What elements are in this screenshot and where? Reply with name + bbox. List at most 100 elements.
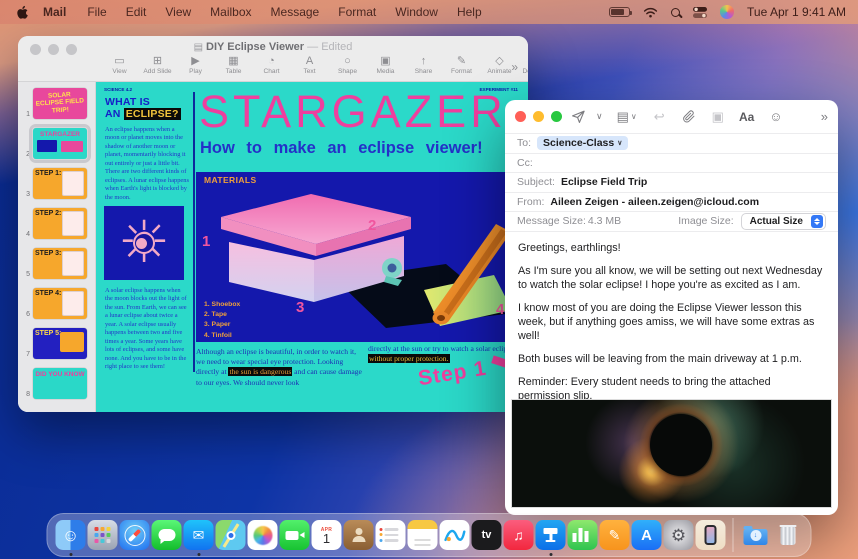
menu-message[interactable]: Message: [271, 5, 320, 19]
view-button[interactable]: ▭ View: [104, 55, 135, 75]
send-icon[interactable]: [571, 109, 586, 124]
toolbar-overflow-chevron[interactable]: »: [511, 60, 518, 74]
dock-messages-icon[interactable]: [151, 520, 182, 550]
dock-numbers-icon[interactable]: [567, 520, 598, 550]
dock-photos-icon[interactable]: [247, 520, 278, 550]
dock-reminders-icon[interactable]: [375, 520, 406, 550]
add-slide-button[interactable]: ⊞ Add Slide: [142, 55, 173, 75]
play-button[interactable]: ▶ Play: [180, 55, 211, 75]
slide-thumb-7[interactable]: 7 STEP 5:: [18, 328, 95, 359]
slide-thumb-4[interactable]: 4 STEP 2:: [18, 208, 95, 239]
slide-thumb-1[interactable]: 1 SOLAR ECLIPSE FIELD TRIP!: [18, 88, 95, 119]
materials-header: MATERIALS: [204, 175, 257, 185]
from-field[interactable]: From: Aileen Zeigen - aileen.zeigen@iclo…: [505, 193, 838, 212]
dock: ☺ ✉ APR 1 tv ♫ ✎ A ⚙ ↓: [46, 513, 812, 557]
menu-help[interactable]: Help: [457, 5, 482, 19]
science-label: SCIENCE 4.2: [104, 87, 133, 92]
slide-thumb-2[interactable]: 2 STARGAZER: [18, 124, 95, 163]
dock-notes-icon[interactable]: [407, 520, 438, 550]
table-icon: ▦: [228, 55, 239, 67]
menu-file[interactable]: File: [87, 5, 106, 19]
menu-edit[interactable]: Edit: [126, 5, 147, 19]
view-icon: ▭: [114, 55, 125, 67]
send-options-chevron-icon[interactable]: ∨: [596, 111, 603, 122]
to-field[interactable]: To: Science-Class ∨: [505, 134, 838, 154]
mail-toolbar-overflow-icon[interactable]: »: [821, 109, 828, 124]
slide-thumb-8[interactable]: 8 DID YOU KNOW: [18, 368, 95, 399]
material-item: 1. Shoebox: [204, 301, 241, 308]
control-center-icon[interactable]: [693, 6, 708, 18]
apple-menu-icon[interactable]: [16, 5, 29, 20]
emoji-icon[interactable]: ☺: [769, 109, 782, 124]
menu-app-name[interactable]: Mail: [43, 5, 66, 19]
text-icon: A: [305, 55, 314, 67]
dock-finder-icon[interactable]: ☺: [55, 520, 86, 556]
dock-divider: [732, 518, 734, 552]
slide-title: STARGAZER: [199, 86, 507, 137]
dock-contacts-icon[interactable]: [343, 520, 374, 550]
dock-facetime-icon[interactable]: [279, 520, 310, 550]
document-button[interactable]: ▤Document: [522, 55, 528, 75]
table-button[interactable]: ▦ Table: [218, 55, 249, 75]
menu-clock[interactable]: Tue Apr 1 9:41 AM: [747, 5, 846, 19]
image-size-select[interactable]: Actual Size: [740, 212, 826, 230]
dock-launchpad-icon[interactable]: [87, 520, 118, 550]
attach-icon[interactable]: [682, 109, 696, 124]
battery-icon[interactable]: [609, 7, 633, 17]
wifi-icon[interactable]: [643, 7, 658, 18]
dock-appletv-icon[interactable]: tv: [471, 520, 502, 550]
dock-pages-icon[interactable]: ✎: [599, 520, 630, 550]
eclipse-moon: [650, 413, 713, 476]
item-number-4: 4: [496, 301, 505, 318]
dock-maps-icon[interactable]: [215, 520, 246, 550]
caution-text-left: Although an eclipse is beautiful, in ord…: [196, 347, 362, 387]
text-button[interactable]: A Text: [294, 55, 325, 75]
slide-thumb-6[interactable]: 6 STEP 4:: [18, 288, 95, 319]
slide-thumb-5[interactable]: 5 STEP 3:: [18, 248, 95, 279]
eclipse-photo-attachment[interactable]: [511, 399, 832, 508]
cc-field[interactable]: Cc:: [505, 154, 838, 173]
user-avatar-icon[interactable]: [720, 5, 735, 19]
message-size-value: 4.3 MB: [587, 215, 622, 228]
dock-appstore-icon[interactable]: A: [631, 520, 662, 550]
dock-safari-icon[interactable]: [119, 520, 150, 550]
dock-mail-icon[interactable]: ✉: [183, 520, 214, 556]
format-button[interactable]: ✎ Format: [446, 55, 477, 75]
recipient-token[interactable]: Science-Class ∨: [537, 136, 629, 151]
item-number-3: 3: [296, 299, 305, 316]
document-icon: ▤: [193, 42, 204, 53]
header-fields-icon[interactable]: ▤ ∨: [617, 109, 637, 125]
edited-label: — Edited: [307, 41, 353, 53]
media-button[interactable]: ▣ Media: [370, 55, 401, 75]
format-text-icon[interactable]: Aa: [739, 110, 754, 124]
materials-illustration: [221, 194, 512, 328]
dock-trash-icon[interactable]: [773, 520, 803, 550]
menu-mailbox[interactable]: Mailbox: [210, 5, 251, 19]
slide-navigator: 1 SOLAR ECLIPSE FIELD TRIP! 2 STARGAZER …: [18, 82, 96, 412]
dock-settings-icon[interactable]: ⚙: [663, 520, 694, 550]
play-icon: ▶: [191, 55, 200, 67]
shape-button[interactable]: ○ Shape: [332, 55, 363, 75]
chart-button[interactable]: ◔ Chart: [256, 55, 287, 75]
keynote-toolbar: ▭ View ⊞ Add Slide ▶ Play ▦ Table ◔ Chart A Te…: [104, 55, 528, 75]
menu-view[interactable]: View: [165, 5, 191, 19]
item-number-2: 2: [368, 217, 377, 234]
share-button[interactable]: ↑ Share: [408, 55, 439, 75]
dock-freeform-icon[interactable]: [439, 520, 470, 550]
menu-format[interactable]: Format: [338, 5, 376, 19]
dock-iphone-mirroring-icon[interactable]: [695, 520, 726, 550]
search-icon[interactable]: [671, 7, 681, 17]
dock-keynote-icon[interactable]: [535, 520, 566, 556]
dock-music-icon[interactable]: ♫: [503, 520, 534, 550]
body-paragraph: Both buses will be leaving from the main…: [518, 352, 802, 365]
add-slide-icon: ⊞: [152, 55, 163, 67]
mail-window-controls[interactable]: [515, 111, 562, 122]
menu-window[interactable]: Window: [395, 5, 438, 19]
materials-list: 1. Shoebox 2. Tape 3. Paper 4. Tinfoil: [204, 300, 240, 341]
media-icon: ▣: [380, 55, 391, 67]
slide-canvas[interactable]: SCIENCE 4.2 EXPERIMENT #11 WHAT IS AN EC…: [96, 82, 528, 412]
subject-field[interactable]: Subject: Eclipse Field Trip: [505, 173, 838, 193]
dock-calendar-icon[interactable]: APR 1: [311, 520, 342, 550]
dock-downloads-folder-icon[interactable]: ↓: [741, 520, 771, 550]
slide-thumb-3[interactable]: 3 STEP 1:: [18, 168, 95, 199]
